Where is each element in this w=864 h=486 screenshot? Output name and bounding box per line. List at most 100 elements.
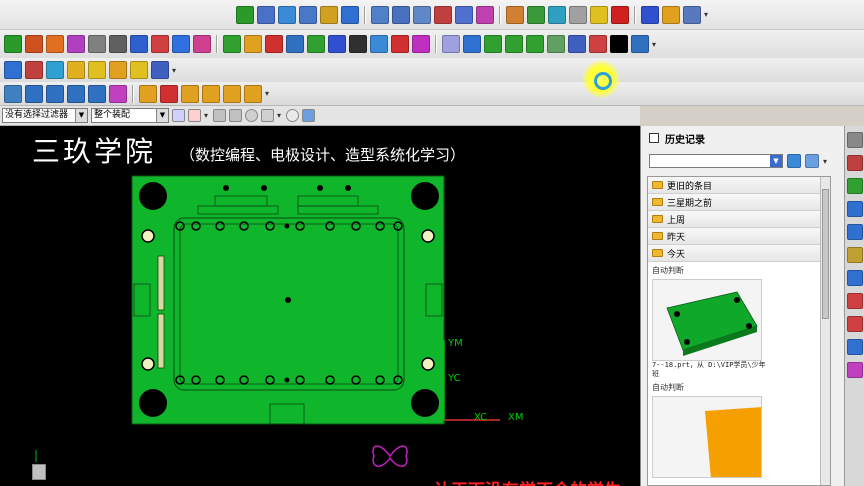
pcb-model[interactable]: [0, 126, 640, 486]
arrow-up-icon[interactable]: [139, 84, 157, 103]
drill-icon[interactable]: [130, 35, 148, 53]
chevron-down-icon[interactable]: ▾: [204, 111, 210, 120]
level-icon[interactable]: [181, 84, 199, 103]
cylinder-icon[interactable]: [67, 35, 85, 53]
eraser-icon[interactable]: [506, 5, 524, 24]
history-thumbnail-2[interactable]: [652, 396, 762, 478]
dxf-icon[interactable]: [25, 61, 43, 79]
history-icon[interactable]: [846, 155, 863, 171]
axis-2-icon[interactable]: [505, 35, 523, 53]
note-icon[interactable]: [88, 61, 106, 79]
chart-icon[interactable]: [846, 339, 863, 355]
chevron-down-icon[interactable]: ▾: [265, 89, 271, 98]
sheet-icon[interactable]: [109, 35, 127, 53]
node-icon[interactable]: [4, 61, 22, 79]
window-icon[interactable]: [649, 133, 659, 143]
type-filter-combo[interactable]: 没有选择过滤器 ▼: [2, 108, 88, 123]
role-icon[interactable]: [846, 247, 863, 263]
zigzag-icon[interactable]: [526, 35, 544, 53]
cube-icon[interactable]: [172, 35, 190, 53]
mesh-icon[interactable]: [4, 84, 22, 103]
flag-icon[interactable]: [320, 5, 338, 24]
arrow-down-icon[interactable]: [160, 84, 178, 103]
rect-select-icon[interactable]: [261, 109, 274, 122]
history-thumbnail-1[interactable]: [652, 279, 762, 361]
cone-icon[interactable]: [223, 35, 241, 53]
layer-icon[interactable]: [46, 61, 64, 79]
layers-icon[interactable]: [349, 35, 367, 53]
chain-icon[interactable]: [307, 35, 325, 53]
green-check-icon[interactable]: [236, 5, 254, 24]
dimension-icon[interactable]: [371, 5, 389, 24]
chevron-down-icon[interactable]: ▾: [172, 66, 178, 75]
select-filter-icon[interactable]: [172, 109, 185, 122]
gear-icon[interactable]: [846, 132, 863, 148]
axis-icon[interactable]: [151, 35, 169, 53]
general-filter-icon[interactable]: [188, 109, 201, 122]
pencil-icon[interactable]: [610, 35, 628, 53]
shape-icon[interactable]: [547, 35, 565, 53]
block-icon[interactable]: [25, 35, 43, 53]
assembly-icon[interactable]: [413, 5, 431, 24]
history-folder[interactable]: 昨天: [648, 228, 830, 245]
hf-icon[interactable]: [328, 35, 346, 53]
window-icon[interactable]: [683, 5, 701, 24]
history-folder[interactable]: 更旧的条目: [648, 177, 830, 194]
shape-2-icon[interactable]: [568, 35, 586, 53]
history-filter-combo[interactable]: ▼: [649, 154, 783, 168]
shrink-icon[interactable]: [88, 84, 106, 103]
snap-icon[interactable]: [213, 109, 226, 122]
report-icon[interactable]: [846, 316, 863, 332]
paint-icon[interactable]: [846, 362, 863, 378]
chevron-down-icon[interactable]: ▾: [823, 157, 829, 166]
flag-red-icon[interactable]: [611, 5, 629, 24]
spline-icon[interactable]: [67, 84, 85, 103]
history-folder[interactable]: 今天: [648, 245, 830, 262]
model-icon[interactable]: [527, 5, 545, 24]
graphics-viewport[interactable]: 三玖学院 （数控编程、电极设计、造型系统化学习） YM YC XC XM: [0, 126, 640, 486]
moon-icon[interactable]: [130, 61, 148, 79]
balloon-icon[interactable]: [341, 5, 359, 24]
palette-icon[interactable]: [846, 293, 863, 309]
corner-icon[interactable]: [391, 35, 409, 53]
blend-icon[interactable]: [412, 35, 430, 53]
layers-view-icon[interactable]: [46, 84, 64, 103]
pipe-icon[interactable]: [463, 35, 481, 53]
gear-icon[interactable]: [662, 5, 680, 24]
surface-icon[interactable]: [109, 84, 127, 103]
pmi-icon[interactable]: [455, 5, 473, 24]
face-icon[interactable]: [548, 5, 566, 24]
palette-icon[interactable]: [631, 35, 649, 53]
history-folder[interactable]: 三星期之前: [648, 194, 830, 211]
web-icon[interactable]: [846, 224, 863, 240]
snap-icon[interactable]: [4, 35, 22, 53]
level-3-icon[interactable]: [223, 84, 241, 103]
chevron-down-icon[interactable]: ▾: [652, 40, 658, 49]
trim-icon[interactable]: [244, 35, 262, 53]
drafting-icon[interactable]: [257, 5, 275, 24]
person-icon[interactable]: [569, 5, 587, 24]
level-4-icon[interactable]: [244, 84, 262, 103]
stack-icon[interactable]: [370, 35, 388, 53]
assembly-scope-combo[interactable]: 整个装配 ▼: [91, 108, 169, 123]
back-arrow-icon[interactable]: [787, 154, 801, 168]
grid-icon[interactable]: [151, 61, 169, 79]
history-scrollbar[interactable]: [820, 177, 830, 485]
star-icon[interactable]: [590, 5, 608, 24]
flag-blue-icon[interactable]: [641, 5, 659, 24]
clock-icon[interactable]: [846, 270, 863, 286]
rect-icon[interactable]: [484, 35, 502, 53]
xc-icon[interactable]: [265, 35, 283, 53]
part-icon[interactable]: [846, 178, 863, 194]
point-icon[interactable]: [245, 109, 258, 122]
tube-icon[interactable]: [442, 35, 460, 53]
note-icon[interactable]: [299, 5, 317, 24]
sweep-icon[interactable]: [286, 35, 304, 53]
wave-icon[interactable]: [88, 35, 106, 53]
gradient-icon[interactable]: [193, 35, 211, 53]
cube-view-icon[interactable]: [302, 109, 315, 122]
snap-2-icon[interactable]: [229, 109, 242, 122]
image-view-icon[interactable]: [805, 154, 819, 168]
calc-icon[interactable]: [109, 61, 127, 79]
folder-icon[interactable]: [67, 61, 85, 79]
